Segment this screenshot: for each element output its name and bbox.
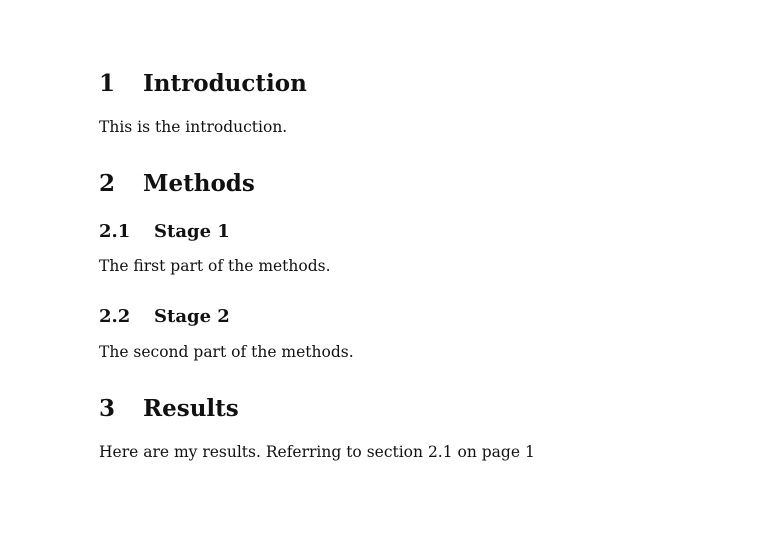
subsection-title: Stage 1 xyxy=(154,221,230,242)
section-number: 2 xyxy=(99,170,116,197)
subsection-title: Stage 2 xyxy=(154,306,230,327)
results-text-prefix: Here are my results. Referring to sectio… xyxy=(99,443,428,461)
paragraph-introduction: This is the introduction. xyxy=(99,118,288,136)
section-number: 3 xyxy=(99,395,116,422)
document-page: 1 Introduction This is the introduction. … xyxy=(0,0,758,556)
section-cross-reference-link[interactable]: 2.1 xyxy=(428,443,453,461)
results-text-mid: on page xyxy=(452,443,525,461)
page-cross-reference-link[interactable]: 1 xyxy=(525,443,535,461)
section-number: 1 xyxy=(99,70,116,97)
subsection-heading-stage-2: 2.2 Stage 2 xyxy=(99,306,230,328)
section-title: Methods xyxy=(143,170,255,197)
paragraph-results: Here are my results. Referring to sectio… xyxy=(99,442,535,462)
section-title: Introduction xyxy=(143,70,307,97)
section-heading-results: 3 Results xyxy=(99,395,239,423)
section-heading-methods: 2 Methods xyxy=(99,170,255,198)
subsection-number: 2.2 xyxy=(99,306,131,327)
subsection-heading-stage-1: 2.1 Stage 1 xyxy=(99,221,230,243)
subsection-number: 2.1 xyxy=(99,221,131,242)
paragraph-stage-1: The first part of the methods. xyxy=(99,257,331,275)
paragraph-stage-2: The second part of the methods. xyxy=(99,343,354,361)
section-heading-introduction: 1 Introduction xyxy=(99,70,307,98)
section-title: Results xyxy=(143,395,239,422)
